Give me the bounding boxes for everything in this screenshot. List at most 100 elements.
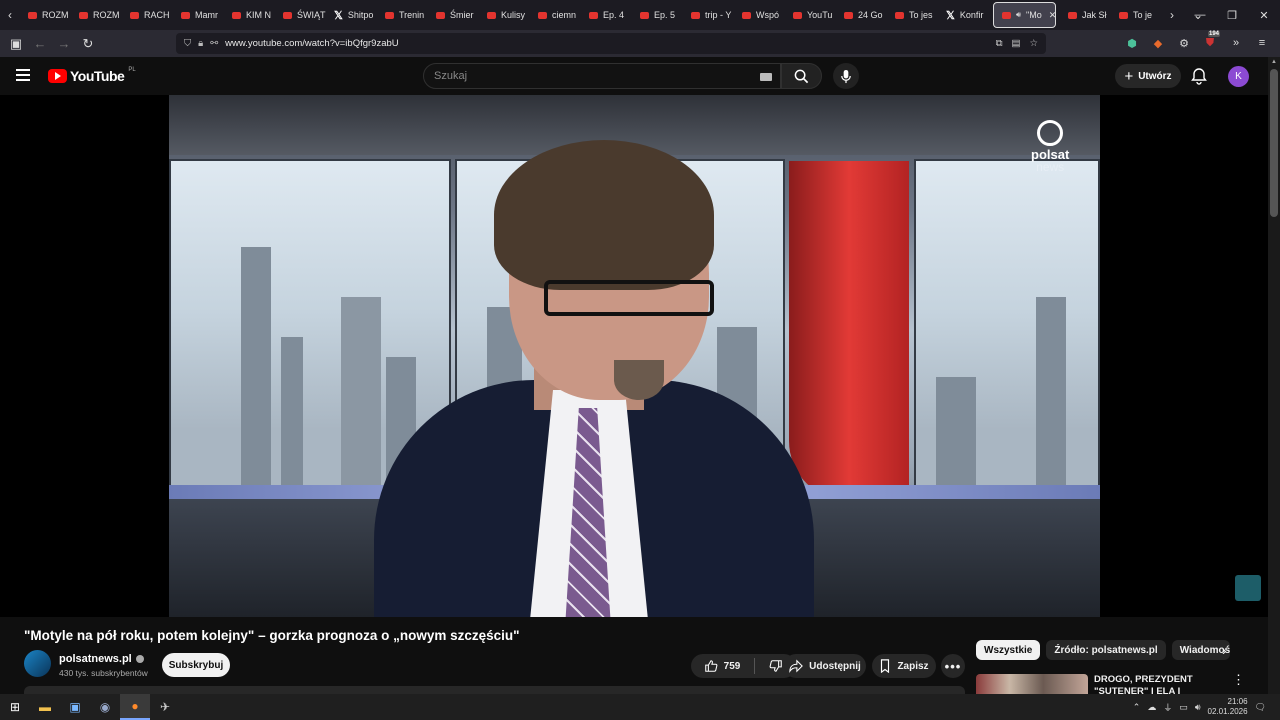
youtube-icon (232, 11, 241, 19)
onedrive-icon[interactable]: ☁ (1147, 702, 1156, 713)
browser-tab[interactable]: Wspó (734, 2, 785, 28)
tray-overflow-icon[interactable]: ⌃ (1133, 702, 1141, 713)
back-icon[interactable]: ← (28, 32, 52, 56)
chip-source[interactable]: Źródło: polsatnews.pl (1046, 640, 1166, 660)
channel-name-wrap[interactable]: polsatnews.pl (59, 653, 144, 665)
close-tab-icon[interactable]: ✕ (1049, 10, 1055, 21)
browser-tab[interactable]: ciemn (530, 2, 581, 28)
notifications-icon[interactable]: 🗨︎ (1255, 702, 1266, 713)
search-button[interactable] (781, 63, 822, 89)
share-button[interactable]: Udostępnij (784, 654, 866, 678)
save-button[interactable]: Zapisz (872, 654, 936, 678)
youtube-icon (79, 11, 88, 19)
forward-icon[interactable]: → (52, 32, 76, 56)
search-input[interactable]: Szukaj (423, 63, 781, 89)
like-button[interactable]: 759 (704, 659, 740, 673)
steam-icon[interactable]: ◉ (90, 694, 120, 720)
keyboard-icon[interactable] (760, 73, 772, 81)
url-text[interactable]: www.youtube.com/watch?v=ibQfgr9zabU (225, 38, 398, 49)
sidebar-toggle-icon[interactable]: ▣ (4, 32, 28, 56)
youtube-play-logo-icon (48, 69, 67, 83)
tab-scroll-right-icon[interactable]: › (1162, 8, 1182, 22)
app-taskbar-icon[interactable]: ✈ (150, 694, 180, 720)
youtube-icon (436, 11, 445, 19)
browser-tab[interactable]: RACH (122, 2, 173, 28)
more-actions-button[interactable]: ••• (941, 654, 965, 678)
audio-playing-icon[interactable]: 🔊︎ (1016, 10, 1021, 20)
scrollbar-thumb[interactable] (1270, 69, 1278, 217)
notifications-bell-icon[interactable] (1190, 67, 1208, 85)
guide-menu-icon[interactable] (16, 69, 30, 84)
bookmark-star-icon[interactable]: ☆ (1029, 38, 1038, 49)
browser-tab[interactable]: 𝕏 Shitpo (326, 2, 377, 28)
shield-extension-icon[interactable]: ⬢ (1122, 33, 1142, 53)
browser-tab[interactable]: trip - Y (683, 2, 734, 28)
subscribe-button[interactable]: Subskrybuj (162, 653, 230, 677)
minimize-icon[interactable]: — (1184, 0, 1216, 30)
browser-tab[interactable]: Ep. 5 (632, 2, 683, 28)
browser-tab[interactable]: Trenin (377, 2, 428, 28)
reader-view-icon[interactable]: ▤ (1011, 38, 1020, 49)
browser-tab[interactable]: YouTu (785, 2, 836, 28)
page-scrollbar[interactable]: ▲ ▼ (1268, 57, 1280, 720)
overflow-chevron-icon[interactable]: » (1226, 33, 1246, 53)
ublock-icon[interactable]: ⛊ 194 (1200, 31, 1221, 53)
close-window-icon[interactable]: ✕ (1248, 0, 1280, 30)
recommendation-menu-icon[interactable]: ⋮ (1232, 672, 1245, 688)
youtube-icon (181, 11, 190, 19)
browser-tab[interactable]: Śmier (428, 2, 479, 28)
browser-tab[interactable]: To jes (887, 2, 938, 28)
browser-tab[interactable]: To je (1111, 2, 1162, 28)
chip-news[interactable]: Wiadomości (1171, 640, 1230, 660)
like-dislike-group: 759 (691, 654, 796, 678)
browser-tab[interactable]: Ep. 4 (581, 2, 632, 28)
network-icon[interactable]: ▭ (1179, 702, 1188, 713)
recommendation-thumbnail[interactable] (976, 674, 1088, 694)
browser-tab[interactable]: 𝕏 Konfir (938, 2, 989, 28)
browser-tab[interactable]: ROZM (71, 2, 122, 28)
reload-icon[interactable]: ↻ (76, 32, 100, 56)
video-frame[interactable]: polsat news (169, 95, 1100, 617)
video-title: "Motyle na pół roku, potem kolejny" – go… (24, 628, 520, 643)
volume-icon[interactable]: 🔊︎ (1195, 702, 1201, 713)
youtube-logo[interactable]: YouTube PL (48, 67, 136, 84)
extensions-puzzle-icon[interactable]: ⚙ (1174, 33, 1194, 53)
address-bar[interactable]: ⛉ 🔒︎ ⚯ www.youtube.com/watch?v=ibQfgr9za… (176, 33, 1046, 54)
browser-tab[interactable]: 24 Go (836, 2, 887, 28)
browser-tab-active[interactable]: 🔊︎ "Mo ✕ (993, 2, 1056, 28)
file-explorer-icon[interactable]: ▬ (30, 694, 60, 720)
channel-watermark-icon[interactable] (1235, 575, 1261, 601)
browser-tab[interactable]: Jak Sł (1060, 2, 1111, 28)
usb-icon[interactable]: ⏚ (1163, 701, 1172, 714)
channel-avatar[interactable] (24, 650, 51, 677)
scroll-up-icon[interactable]: ▲ (1271, 59, 1277, 65)
browser-tab[interactable]: KIM N (224, 2, 275, 28)
permissions-icon[interactable]: ⚯ (210, 38, 218, 49)
clock[interactable]: 21:06 02.01.2026 (1208, 697, 1248, 717)
restore-icon[interactable]: ❐ (1216, 0, 1248, 30)
windows-start-icon[interactable]: ⊞ (0, 694, 30, 720)
account-avatar[interactable]: K (1228, 66, 1249, 87)
pc-monitor-icon[interactable]: ▣ (60, 694, 90, 720)
chip-all[interactable]: Wszystkie (976, 640, 1041, 660)
thumbs-down-icon[interactable] (769, 659, 783, 673)
chips-next-chevron-icon[interactable]: › (1222, 643, 1226, 658)
firefox-icon[interactable]: ● (120, 694, 150, 720)
voice-search-button[interactable] (833, 63, 859, 89)
tracking-shield-icon[interactable]: ⛉ (184, 38, 191, 49)
tab-scroll-left-icon[interactable]: ‹ (0, 8, 20, 22)
channel-name[interactable]: polsatnews.pl (59, 653, 132, 665)
browser-tab[interactable]: Kulisy (479, 2, 530, 28)
browser-tab[interactable]: ROZM (20, 2, 71, 28)
fox-extension-icon[interactable]: ◆ (1148, 33, 1168, 53)
create-button[interactable]: + Utwórz (1115, 64, 1181, 88)
browser-tab[interactable]: ŚWIĄT (275, 2, 326, 28)
video-player[interactable]: polsat news (0, 95, 1268, 617)
subscriber-count: 430 tys. subskrybentów (59, 668, 148, 678)
x-icon: 𝕏 (334, 9, 343, 22)
app-menu-icon[interactable]: ≡ (1252, 33, 1272, 53)
browser-tab[interactable]: Mamr (173, 2, 224, 28)
lock-icon[interactable]: 🔒︎ (198, 38, 203, 49)
picture-in-picture-icon[interactable]: ⧉ (996, 38, 1003, 49)
tab-label: Shitpo (347, 10, 374, 20)
